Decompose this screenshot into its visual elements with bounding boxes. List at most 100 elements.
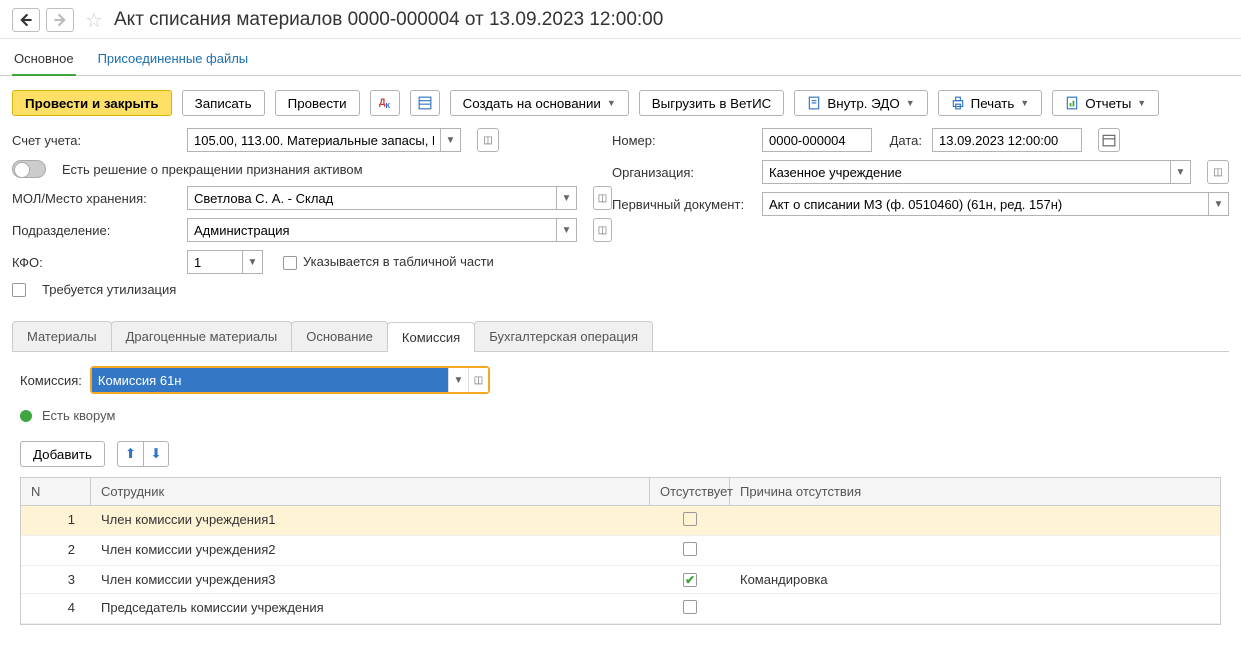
print-label: Печать <box>971 96 1015 111</box>
stop-asset-label: Есть решение о прекращении признания акт… <box>62 162 363 177</box>
dept-label: Подразделение: <box>12 223 177 238</box>
header-reason[interactable]: Причина отсутствия <box>730 478 1220 505</box>
table-row[interactable]: 3Член комиссии учреждения3✔Командировка <box>21 566 1220 594</box>
primdoc-label: Первичный документ: <box>612 197 752 212</box>
tab-accounting-op[interactable]: Бухгалтерская операция <box>474 321 653 351</box>
table-row[interactable]: 4Председатель комиссии учреждения <box>21 594 1220 624</box>
org-input[interactable] <box>762 160 1171 184</box>
create-based-on-button[interactable]: Создать на основании ▼ <box>450 90 629 116</box>
kfo-table-checkbox[interactable] <box>283 256 297 270</box>
cell-n: 2 <box>21 536 91 565</box>
chevron-down-icon: ▼ <box>906 98 915 108</box>
disposal-label: Требуется утилизация <box>42 282 176 297</box>
chevron-down-icon: ▼ <box>607 98 616 108</box>
header-n[interactable]: N <box>21 478 91 505</box>
absent-checkbox[interactable]: ✔ <box>683 573 697 587</box>
commission-select[interactable]: ▼ ◫ <box>90 366 490 394</box>
table-row[interactable]: 2Член комиссии учреждения2 <box>21 536 1220 566</box>
org-open-button[interactable]: ◫ <box>1207 160 1229 184</box>
reports-button[interactable]: Отчеты▼ <box>1052 90 1159 116</box>
tab-basis[interactable]: Основание <box>291 321 388 351</box>
cell-reason <box>730 536 1220 565</box>
nav-forward-button[interactable] <box>46 8 74 32</box>
arrow-down-icon: ⬇ <box>150 446 161 462</box>
primdoc-dropdown-button[interactable]: ▼ <box>1209 192 1229 216</box>
account-dropdown-button[interactable]: ▼ <box>441 128 461 152</box>
number-input[interactable] <box>762 128 872 152</box>
primdoc-input[interactable] <box>762 192 1209 216</box>
cell-n: 3 <box>21 566 91 593</box>
cell-reason: Командировка <box>730 566 1220 593</box>
mol-input[interactable] <box>187 186 557 210</box>
org-dropdown-button[interactable]: ▼ <box>1171 160 1191 184</box>
nav-back-button[interactable] <box>12 8 40 32</box>
header-employee[interactable]: Сотрудник <box>91 478 650 505</box>
quorum-status-icon <box>20 410 32 422</box>
save-button[interactable]: Записать <box>182 90 265 116</box>
date-picker-button[interactable] <box>1098 128 1120 152</box>
mol-dropdown-button[interactable]: ▼ <box>557 186 577 210</box>
account-input[interactable] <box>187 128 441 152</box>
print-button[interactable]: Печать▼ <box>938 90 1043 116</box>
move-up-button[interactable]: ⬆ <box>117 441 143 467</box>
account-label: Счет учета: <box>12 133 177 148</box>
grid-header-row: N Сотрудник Отсутствует Причина отсутств… <box>21 478 1220 506</box>
internal-edo-button[interactable]: Внутр. ЭДО▼ <box>794 90 927 116</box>
quorum-label: Есть кворум <box>42 408 115 423</box>
printer-icon <box>951 96 965 110</box>
kfo-label: КФО: <box>12 255 177 270</box>
arrow-right-icon <box>53 13 67 27</box>
cell-reason <box>730 594 1220 623</box>
arrow-left-icon <box>19 13 33 27</box>
absent-checkbox[interactable] <box>683 542 697 556</box>
commission-dropdown-button[interactable]: ▼ <box>448 368 468 392</box>
page-title: Акт списания материалов 0000-000004 от 1… <box>114 9 663 31</box>
calendar-icon <box>1102 133 1116 147</box>
stop-asset-toggle[interactable] <box>12 160 46 178</box>
export-vetis-button[interactable]: Выгрузить в ВетИС <box>639 90 785 116</box>
post-and-close-button[interactable]: Провести и закрыть <box>12 90 172 116</box>
tab-attached-files[interactable]: Присоединенные файлы <box>96 45 251 75</box>
add-row-button[interactable]: Добавить <box>20 441 105 467</box>
commission-input[interactable] <box>92 368 448 392</box>
arrow-up-icon: ⬆ <box>125 446 136 462</box>
cell-absent[interactable] <box>650 536 730 565</box>
absent-checkbox[interactable] <box>683 512 697 526</box>
move-down-button[interactable]: ⬇ <box>143 441 169 467</box>
dtkt-button[interactable]: ДК <box>370 90 400 116</box>
number-label: Номер: <box>612 133 752 148</box>
date-input[interactable] <box>932 128 1082 152</box>
cell-employee: Член комиссии учреждения1 <box>91 506 650 535</box>
tab-main[interactable]: Основное <box>12 45 76 76</box>
favorite-star-icon[interactable]: ☆ <box>84 10 104 30</box>
create-based-label: Создать на основании <box>463 96 601 111</box>
cell-absent[interactable] <box>650 506 730 535</box>
kfo-input[interactable] <box>187 250 243 274</box>
tab-materials[interactable]: Материалы <box>12 321 112 351</box>
mol-open-button[interactable]: ◫ <box>593 186 612 210</box>
table-row[interactable]: 1Член комиссии учреждения1 <box>21 506 1220 536</box>
commission-open-button[interactable]: ◫ <box>468 368 488 392</box>
list-view-button[interactable] <box>410 90 440 116</box>
cell-absent[interactable] <box>650 594 730 623</box>
commission-grid: N Сотрудник Отсутствует Причина отсутств… <box>20 477 1221 625</box>
kfo-dropdown-button[interactable]: ▼ <box>243 250 263 274</box>
org-label: Организация: <box>612 165 752 180</box>
tab-commission[interactable]: Комиссия <box>387 322 475 352</box>
cell-n: 1 <box>21 506 91 535</box>
dept-open-button[interactable]: ◫ <box>593 218 612 242</box>
tab-precious[interactable]: Драгоценные материалы <box>111 321 293 351</box>
cell-absent[interactable]: ✔ <box>650 566 730 593</box>
commission-label: Комиссия: <box>20 373 82 388</box>
disposal-checkbox[interactable] <box>12 283 26 297</box>
report-icon <box>1065 96 1079 110</box>
cell-reason <box>730 506 1220 535</box>
chevron-down-icon: ▼ <box>1137 98 1146 108</box>
account-open-button[interactable]: ◫ <box>477 128 499 152</box>
post-button[interactable]: Провести <box>275 90 360 116</box>
header-absent[interactable]: Отсутствует <box>650 478 730 505</box>
dept-dropdown-button[interactable]: ▼ <box>557 218 577 242</box>
dept-input[interactable] <box>187 218 557 242</box>
cell-n: 4 <box>21 594 91 623</box>
absent-checkbox[interactable] <box>683 600 697 614</box>
